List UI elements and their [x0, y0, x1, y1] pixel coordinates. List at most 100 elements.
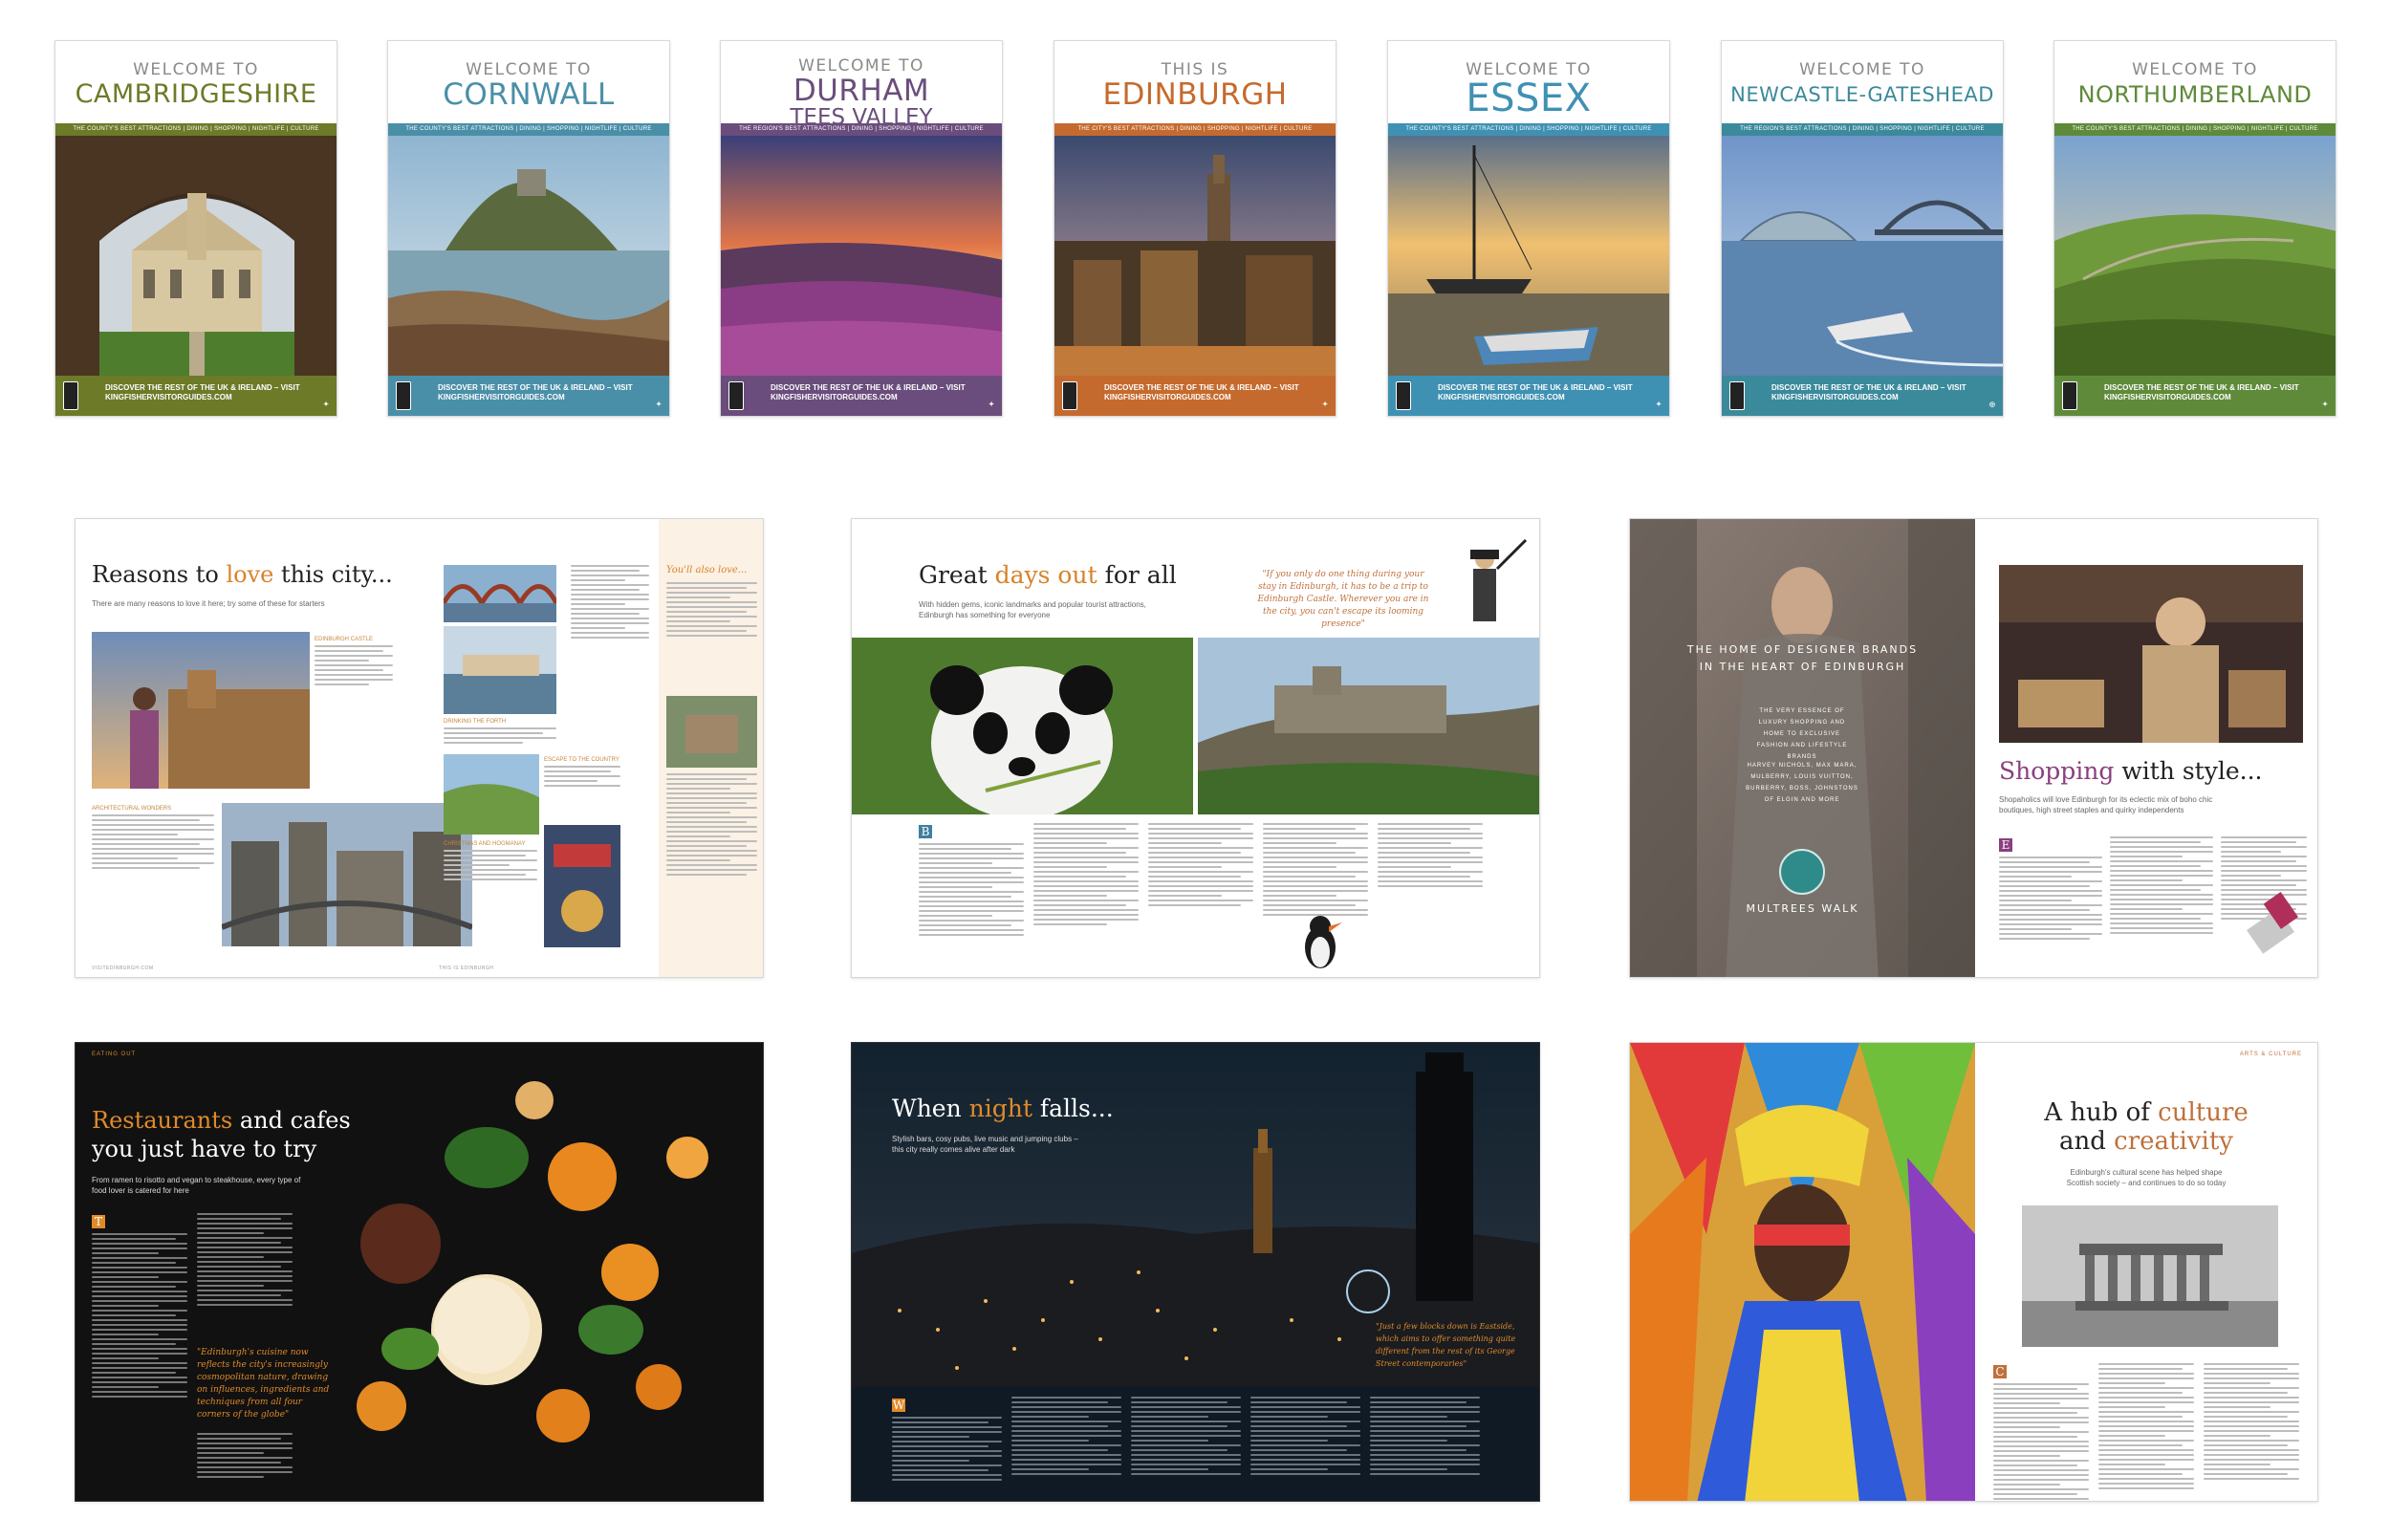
page-footer: THIS IS EDINBURGH [439, 965, 494, 971]
cover-cambridgeshire[interactable]: WELCOME TO CAMBRIDGESHIRE THE COUNTY'S B… [54, 40, 337, 417]
cover-strip: THE COUNTY'S BEST ATTRACTIONS | DINING |… [1388, 123, 1669, 136]
cover-photo [1054, 136, 1336, 378]
panda-photo [852, 638, 1193, 814]
article-column: T [92, 1213, 187, 1400]
cover-strip: THE REGION'S BEST ATTRACTIONS | DINING |… [1722, 123, 2003, 136]
advert-logo-text: MULTREES WALK [1746, 902, 1859, 915]
spread-title: Great days out for all [919, 561, 1177, 589]
shopper-photo [1999, 565, 2303, 743]
advert-brands: HARVEY NICHOLS, MAX MARA, MULBERRY, LOUI… [1746, 763, 1858, 803]
cover-durham[interactable]: WELCOME TO DURHAM TEES VALLEY THE REGION… [720, 40, 1003, 417]
spread-title: Restaurants and cafes you just have to t… [92, 1107, 351, 1162]
countryside-photo [444, 754, 539, 835]
drop-cap: T [92, 1215, 105, 1228]
puffin-photo [1287, 900, 1354, 976]
spread-reasons-to-love[interactable]: THIS IS EDINBURGH Reasons to love this c… [75, 518, 764, 978]
body-text [92, 814, 214, 872]
page-footer: VISITEDINBURGH.COM [92, 965, 154, 971]
drop-cap: C [1993, 1365, 2007, 1378]
partner-logo-icon: ◎ [1988, 401, 1995, 408]
spread-shopping[interactable]: THE HOME OF DESIGNER BRANDS IN THE HEART … [1629, 518, 2318, 978]
cover-header: WELCOME TO DURHAM TEES VALLEY [721, 41, 1002, 129]
sidebar-photo [666, 696, 757, 768]
lipstick-photo [2242, 878, 2309, 955]
scallop-dish-photo [295, 1043, 763, 1501]
cover-photo [1722, 136, 2003, 378]
phone-icon [2062, 381, 2077, 410]
cover-welcome: WELCOME TO [2132, 60, 2258, 79]
phone-icon [1729, 381, 1745, 410]
spread-culture-creativity[interactable]: ARTS & CULTURE A hub of culture and crea… [1629, 1042, 2318, 1502]
body-text [315, 645, 393, 688]
spread-when-night-falls[interactable]: When night falls... Stylish bars, cosy p… [851, 1042, 1540, 1502]
piper-photo [1440, 531, 1535, 636]
kingfisher-logo-icon: ✦ [1656, 401, 1662, 408]
cover-strip: THE COUNTY'S BEST ATTRACTIONS | DINING |… [2054, 123, 2336, 136]
cover-strip: THE CITY'S BEST ATTRACTIONS | DINING | S… [1054, 123, 1336, 136]
cover-header: WELCOME TO CAMBRIDGESHIRE [55, 41, 337, 123]
spread-great-days-out[interactable]: Great days out for all With hidden gems,… [851, 518, 1540, 978]
spread-standfirst: From ramen to risotto and vegan to steak… [92, 1176, 301, 1195]
cover-footer: DISCOVER THE REST OF THE UK & IRELAND – … [388, 376, 669, 416]
spread-standfirst: Stylish bars, cosy pubs, live music and … [892, 1135, 1078, 1154]
cover-photo [721, 136, 1002, 378]
kingfisher-logo-icon: ✦ [2322, 401, 2328, 408]
cover-title: CAMBRIDGESHIRE [75, 79, 317, 109]
article-column [2204, 1363, 2299, 1483]
article-column [2110, 836, 2213, 937]
kingfisher-logo-icon: ✦ [989, 401, 994, 408]
spread-standfirst: There are many reasons to love it here; … [92, 599, 325, 608]
body-text [444, 850, 537, 883]
cover-newcastle-gateshead[interactable]: WELCOME TO NEWCASTLE-GATESHEAD THE REGIO… [1721, 40, 2004, 417]
cover-northumberland[interactable]: WELCOME TO NORTHUMBERLAND THE COUNTY'S B… [2053, 40, 2336, 417]
cover-edinburgh[interactable]: THIS IS EDINBURGH THE CITY'S BEST ATTRAC… [1054, 40, 1336, 417]
article-column: B [919, 823, 1024, 939]
cover-footer: DISCOVER THE REST OF THE UK & IRELAND – … [55, 376, 337, 416]
pull-quote: "Just a few blocks down is Eastside, whi… [1376, 1322, 1516, 1368]
sidebar-text [666, 773, 757, 878]
cover-title: CORNWALL [443, 77, 615, 112]
article-column [2098, 1363, 2194, 1492]
cover-photo [388, 136, 669, 378]
article-column [1148, 823, 1253, 909]
spread-title: When night falls... [892, 1095, 1114, 1122]
castle-couple-photo [92, 632, 310, 789]
phone-icon [728, 381, 744, 410]
cover-footer: DISCOVER THE REST OF THE UK & IRELAND – … [1054, 376, 1336, 416]
caption: CHRISTMAS AND HOGMANAY [444, 841, 526, 847]
cover-essex[interactable]: WELCOME TO ESSEX THE COUNTY'S BEST ATTRA… [1387, 40, 1670, 417]
cover-footer: DISCOVER THE REST OF THE UK & IRELAND – … [1722, 376, 2003, 416]
multrees-logo-icon [1779, 849, 1825, 895]
kingfisher-logo-icon: ✦ [656, 401, 662, 408]
phone-icon [63, 381, 78, 410]
caption: DRINKING THE FORTH [444, 719, 507, 725]
spread-title: Shopping with style... [1999, 757, 2263, 785]
monument-photo [2022, 1205, 2278, 1347]
carnival-photo [1630, 1043, 1975, 1501]
pull-quote: "Edinburgh's cuisine now reflects the ci… [197, 1348, 330, 1420]
kingfisher-logo-icon: ✦ [323, 401, 329, 408]
cover-strip: THE REGION'S BEST ATTRACTIONS | DINING |… [721, 123, 1002, 136]
spread-restaurants[interactable]: EATING OUT Restaurants and cafes you jus… [75, 1042, 764, 1502]
spread-title: Reasons to love this city... [92, 561, 393, 588]
cover-welcome: WELCOME TO [1799, 60, 1925, 79]
body-text [571, 565, 649, 641]
spread-standfirst: Shopaholics will love Edinburgh for its … [1999, 795, 2213, 814]
article-column: E [1999, 836, 2102, 943]
cover-footer: DISCOVER THE REST OF THE UK & IRELAND – … [721, 376, 1002, 416]
cover-cornwall[interactable]: WELCOME TO CORNWALL THE COUNTY'S BEST AT… [387, 40, 670, 417]
body-text [444, 727, 556, 747]
skyline-photo [222, 803, 472, 946]
article-column [1378, 823, 1483, 890]
spread-standfirst: With hidden gems, iconic landmarks and p… [919, 600, 1146, 619]
sidebar-text [666, 582, 757, 640]
forth-bridge-photo [444, 565, 556, 622]
caption: ARCHITECTURAL WONDERS [92, 806, 172, 812]
cover-strip: THE COUNTY'S BEST ATTRACTIONS | DINING |… [388, 123, 669, 136]
drop-cap: W [892, 1399, 905, 1412]
article-column [1250, 1397, 1360, 1478]
article-column [197, 1433, 293, 1481]
article-column [197, 1213, 293, 1309]
cover-header: WELCOME TO ESSEX [1388, 41, 1669, 123]
cover-title: ESSEX [1466, 76, 1592, 120]
